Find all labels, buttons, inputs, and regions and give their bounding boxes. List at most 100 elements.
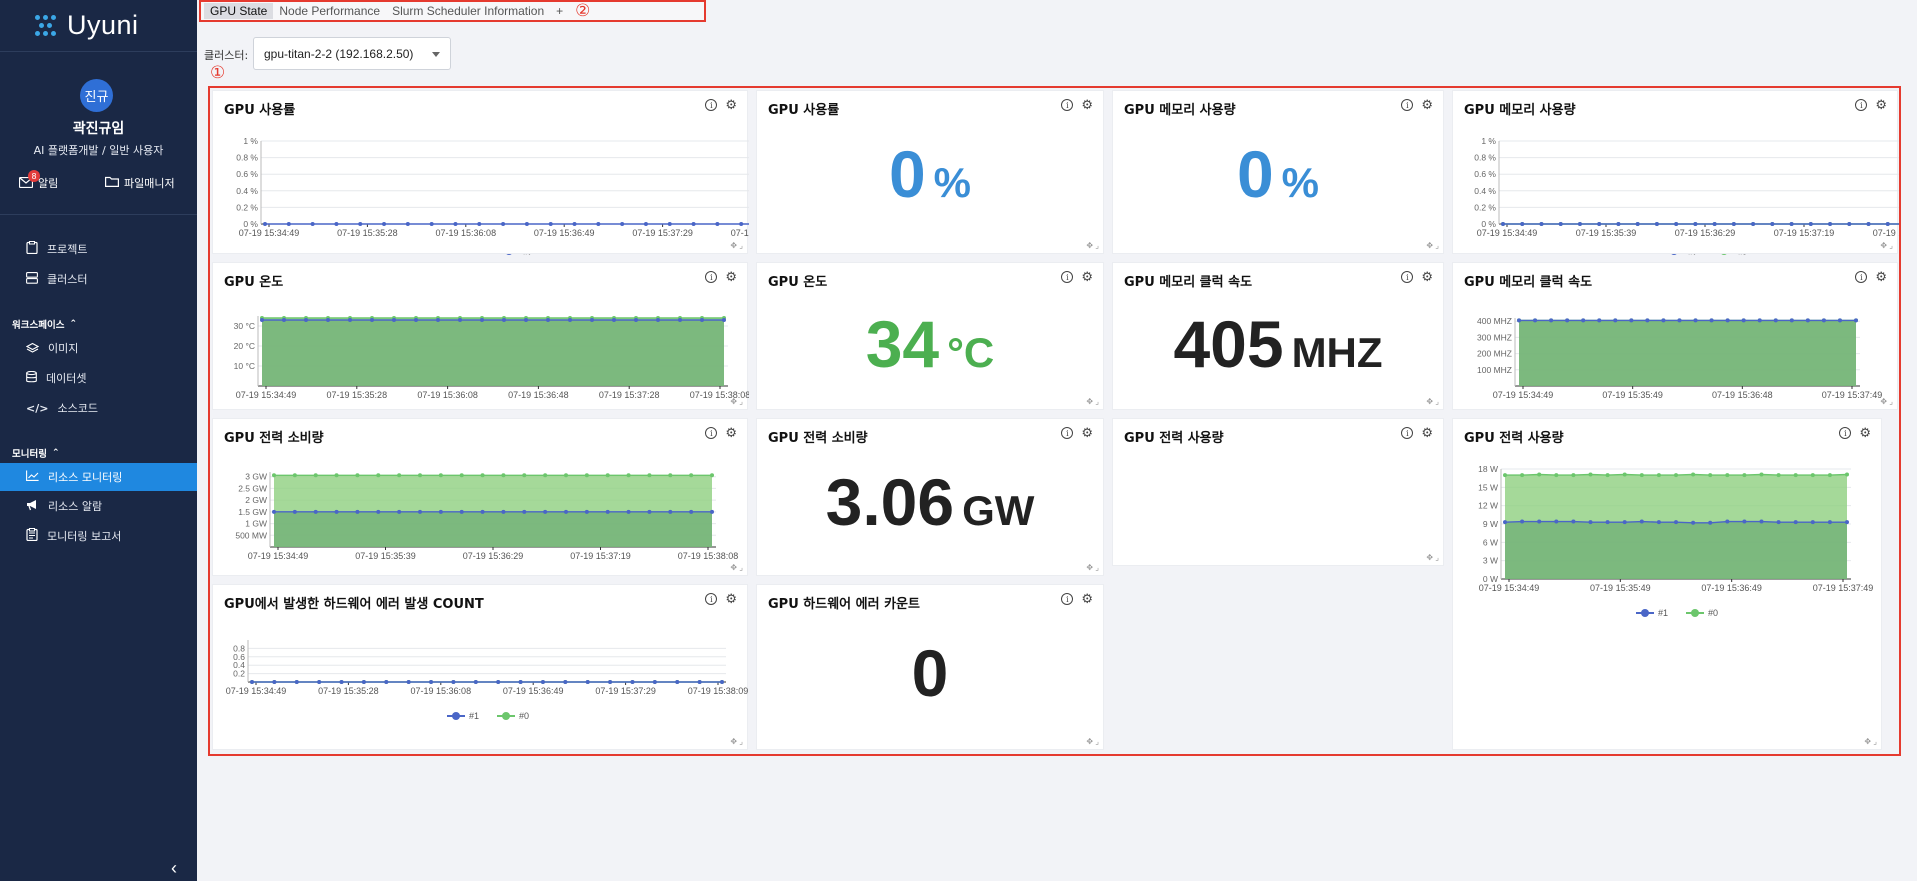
data-point[interactable] — [1757, 318, 1762, 323]
resize-handle-icon[interactable]: ✥ ⌟ — [1426, 397, 1439, 406]
data-point[interactable] — [590, 318, 594, 322]
data-point[interactable] — [1588, 520, 1593, 525]
data-point[interactable] — [1828, 222, 1833, 226]
data-point[interactable] — [480, 509, 485, 514]
gear-icon[interactable]: ⚙ — [1081, 426, 1093, 439]
data-point[interactable] — [1759, 472, 1764, 477]
data-point[interactable] — [1693, 318, 1698, 323]
data-point[interactable] — [652, 680, 657, 684]
data-point[interactable] — [1639, 473, 1644, 478]
data-point[interactable] — [1520, 473, 1525, 478]
data-point[interactable] — [1635, 222, 1640, 226]
data-point[interactable] — [667, 222, 672, 226]
data-point[interactable] — [358, 222, 363, 226]
data-point[interactable] — [1656, 473, 1661, 478]
data-point[interactable] — [1805, 318, 1810, 323]
data-point[interactable] — [1691, 472, 1696, 477]
resize-handle-icon[interactable]: ✥ ⌟ — [730, 397, 743, 406]
resize-handle-icon[interactable]: ✥ ⌟ — [1864, 737, 1877, 746]
data-point[interactable] — [1674, 520, 1678, 525]
data-point[interactable] — [522, 509, 527, 514]
data-point[interactable] — [697, 680, 702, 684]
data-point[interactable] — [1742, 473, 1747, 478]
gear-icon[interactable]: ⚙ — [1081, 592, 1093, 605]
data-point[interactable] — [1565, 318, 1570, 323]
data-point[interactable] — [1693, 222, 1698, 226]
info-icon[interactable]: i — [1401, 271, 1414, 283]
data-point[interactable] — [260, 318, 264, 322]
tab-gpu-state[interactable]: GPU State — [204, 3, 274, 19]
data-point[interactable] — [436, 318, 440, 322]
tab-slurm-scheduler[interactable]: Slurm Scheduler Information — [386, 3, 550, 19]
data-point[interactable] — [710, 473, 714, 478]
data-point[interactable] — [339, 680, 344, 684]
data-point[interactable] — [722, 318, 726, 322]
data-point[interactable] — [563, 680, 568, 684]
data-point[interactable] — [1537, 472, 1542, 477]
data-point[interactable] — [1656, 520, 1661, 525]
data-point[interactable] — [250, 680, 254, 684]
data-point[interactable] — [1520, 519, 1525, 524]
data-point[interactable] — [1691, 520, 1696, 525]
data-point[interactable] — [1837, 318, 1842, 323]
data-point[interactable] — [459, 509, 464, 514]
data-point[interactable] — [1827, 473, 1832, 478]
data-point[interactable] — [438, 473, 443, 478]
data-point[interactable] — [272, 680, 277, 684]
collapse-sidebar-chevron-icon[interactable]: ‹ — [171, 858, 177, 879]
data-point[interactable] — [1558, 222, 1563, 226]
data-point[interactable] — [1759, 519, 1764, 524]
data-point[interactable] — [605, 473, 610, 478]
data-point[interactable] — [1517, 318, 1521, 323]
data-point[interactable] — [263, 222, 267, 226]
data-point[interactable] — [720, 680, 724, 684]
data-point[interactable] — [1613, 318, 1618, 323]
data-point[interactable] — [1654, 222, 1659, 226]
data-point[interactable] — [691, 222, 696, 226]
data-point[interactable] — [370, 318, 374, 322]
data-point[interactable] — [540, 680, 545, 684]
data-point[interactable] — [501, 222, 506, 226]
data-point[interactable] — [1661, 318, 1666, 323]
resize-handle-icon[interactable]: ✥ ⌟ — [1086, 563, 1099, 572]
resize-handle-icon[interactable]: ✥ ⌟ — [1426, 241, 1439, 250]
data-point[interactable] — [384, 680, 389, 684]
data-point[interactable] — [1742, 519, 1747, 524]
gear-icon[interactable]: ⚙ — [725, 426, 737, 439]
data-point[interactable] — [292, 473, 297, 478]
data-point[interactable] — [1810, 473, 1815, 478]
data-point[interactable] — [689, 473, 694, 478]
data-point[interactable] — [326, 318, 330, 322]
data-point[interactable] — [1677, 318, 1682, 323]
data-point[interactable] — [568, 318, 572, 322]
data-point[interactable] — [477, 222, 482, 226]
data-point[interactable] — [1793, 473, 1798, 478]
data-point[interactable] — [334, 509, 339, 514]
data-point[interactable] — [355, 509, 360, 514]
data-point[interactable] — [522, 473, 527, 478]
data-point[interactable] — [678, 318, 682, 322]
data-point[interactable] — [1725, 318, 1730, 323]
data-point[interactable] — [376, 509, 381, 514]
data-point[interactable] — [524, 222, 529, 226]
data-point[interactable] — [453, 222, 458, 226]
data-point[interactable] — [1605, 520, 1610, 525]
data-point[interactable] — [473, 680, 478, 684]
section-monitoring[interactable]: 모니터링 ⌃ — [12, 446, 60, 460]
data-point[interactable] — [1810, 520, 1815, 525]
data-point[interactable] — [1712, 222, 1717, 226]
info-icon[interactable]: i — [705, 427, 718, 439]
data-point[interactable] — [1571, 519, 1576, 524]
legend-label[interactable]: #1 — [522, 253, 532, 263]
data-point[interactable] — [1588, 472, 1593, 477]
data-point[interactable] — [348, 318, 352, 322]
data-point[interactable] — [1789, 222, 1794, 226]
data-point[interactable] — [317, 680, 322, 684]
data-point[interactable] — [1847, 222, 1852, 226]
data-point[interactable] — [392, 318, 396, 322]
data-point[interactable] — [1770, 222, 1775, 226]
sidebar-item-clusters[interactable]: 클러스터 — [0, 265, 197, 293]
gear-icon[interactable]: ⚙ — [1421, 98, 1433, 111]
data-point[interactable] — [1674, 222, 1679, 226]
data-point[interactable] — [1708, 520, 1713, 525]
